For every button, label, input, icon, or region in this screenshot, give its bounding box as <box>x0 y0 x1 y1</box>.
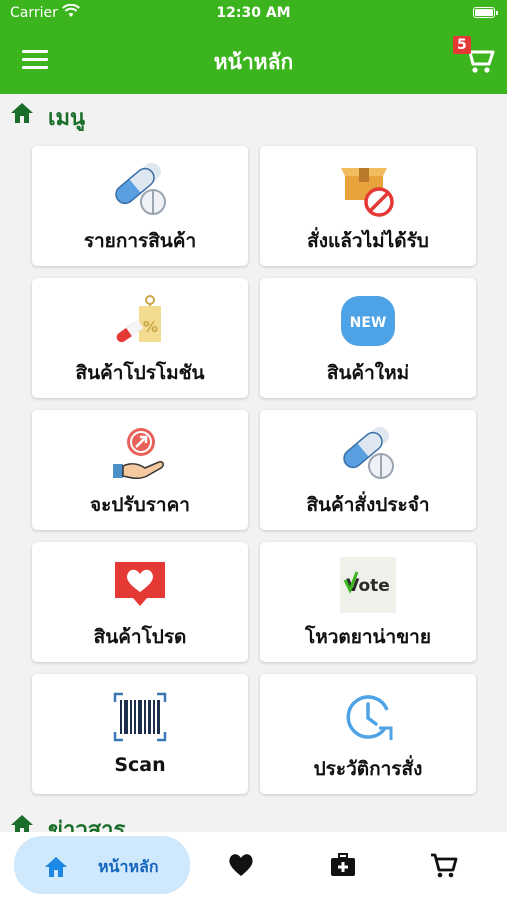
menu-item-new-products[interactable]: NEW สินค้าใหม่ <box>260 278 476 398</box>
nav-bar: หน้าหลัก 5 <box>0 26 507 94</box>
box-cancel-icon <box>341 168 394 217</box>
cart-count-badge: 5 <box>453 36 471 54</box>
new-badge-icon: NEW <box>341 296 395 346</box>
tab-medicine-kit[interactable] <box>320 836 364 894</box>
menu-item-product-list[interactable]: รายการสินค้า <box>32 146 248 266</box>
menu-item-favorites[interactable]: สินค้าโปรด <box>32 542 248 662</box>
svg-text:%: % <box>143 318 158 336</box>
home-icon <box>45 857 67 877</box>
menu-item-regular-orders[interactable]: สินค้าสั่งประจำ <box>260 410 476 530</box>
tab-home-label: หน้าหลัก <box>98 857 159 876</box>
status-bar: Carrier 12:30 AM <box>0 0 507 26</box>
menu-item-label: สั่งแล้วไม่ได้รับ <box>307 230 429 252</box>
vote-icon: Vote <box>340 557 396 613</box>
menu-item-label: Scan <box>114 754 166 776</box>
svg-text:NEW: NEW <box>350 315 387 331</box>
promotion-tag-icon: % <box>116 295 161 343</box>
capsule-pill-icon <box>115 162 166 215</box>
heart-message-icon <box>115 562 165 606</box>
bottom-tab-bar: หน้าหลัก <box>0 832 507 900</box>
menu-item-not-received[interactable]: สั่งแล้วไม่ได้รับ <box>260 146 476 266</box>
menu-item-promotion[interactable]: % สินค้าโปรโมชัน <box>32 278 248 398</box>
menu-item-label: รายการสินค้า <box>83 230 197 252</box>
menu-item-label: จะปรับราคา <box>90 494 190 516</box>
tab-cart[interactable] <box>420 836 464 894</box>
menu-item-label: สินค้าใหม่ <box>326 362 410 384</box>
menu-item-order-history[interactable]: ประวัติการสั่ง <box>260 674 476 794</box>
menu-item-label: ประวัติการสั่ง <box>313 758 423 780</box>
home-icon <box>11 103 33 123</box>
cart-icon <box>431 853 458 878</box>
menu-item-vote[interactable]: Vote โหวตยาน่าขาย <box>260 542 476 662</box>
menu-item-label: โหวตยาน่าขาย <box>305 626 431 648</box>
tab-favorites[interactable] <box>218 836 262 894</box>
menu-item-label: สินค้าสั่งประจำ <box>306 494 430 516</box>
tab-home[interactable]: หน้าหลัก <box>14 836 190 894</box>
page-title: หน้าหลัก <box>213 50 294 74</box>
battery-icon <box>473 7 498 18</box>
heart-icon <box>229 854 253 876</box>
price-adjust-hand-icon <box>113 428 164 480</box>
menu-item-price-change[interactable]: จะปรับราคา <box>32 410 248 530</box>
menu-item-label: สินค้าโปรด <box>93 626 187 648</box>
clock: 12:30 AM <box>216 5 291 21</box>
medical-kit-icon <box>331 853 355 876</box>
cart-button[interactable]: 5 <box>453 36 495 80</box>
menu-section-title: เมนู <box>48 106 86 131</box>
capsule-pill-icon <box>343 426 394 479</box>
history-clock-icon <box>346 695 393 740</box>
barcode-scan-icon <box>113 692 167 742</box>
menu-item-scan[interactable]: Scan <box>32 674 248 794</box>
menu-item-label: สินค้าโปรโมชัน <box>75 362 205 384</box>
